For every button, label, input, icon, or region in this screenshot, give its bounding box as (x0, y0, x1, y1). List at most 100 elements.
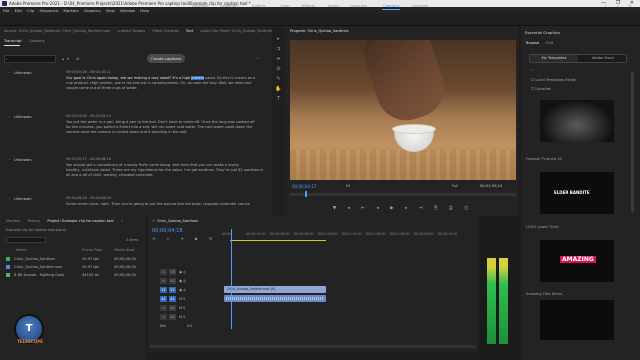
track-header-a2[interactable]: ▫ A2 M S (160, 304, 222, 312)
search-icon: ⌕ (6, 57, 8, 61)
home-icon[interactable]: ⌂ (176, 3, 182, 8)
project-item-row[interactable]: Chris_Quinoa_Sardine.mov 29.97 fps 00;00… (6, 264, 144, 271)
timeline-timecode[interactable]: 00;00;04;18 (152, 228, 183, 234)
track-header-a1[interactable]: A1 A1 M S (160, 295, 222, 303)
col-name[interactable]: Name (16, 247, 27, 254)
menu-markers[interactable]: Markers (64, 8, 79, 13)
timeline-ruler[interactable]: 00;00 00;00;15;00 00;00;30;00 00;00;45;0… (222, 232, 472, 238)
tab-sequence[interactable]: Chris_Quinoa_Sardines (157, 219, 198, 223)
tab-effect-controls[interactable]: Effect Controls (152, 29, 178, 33)
segment-menu-icon[interactable]: ⋯ (6, 196, 10, 201)
workspace-assembly[interactable]: Assembly (220, 3, 238, 8)
tab-browse[interactable]: Browse (526, 41, 539, 45)
template-thumbnail[interactable]: ELDER BANDITE (540, 172, 614, 214)
tab-program[interactable]: Program: Chris_Quinoa_Sardines (290, 29, 349, 33)
tab-source[interactable]: Source: Chris_Quinoa_Sardines: Chris_Qui… (4, 29, 110, 33)
adobe-stock-button[interactable]: Adobe Stock (580, 55, 626, 62)
segment-text[interactable]: Our goal is Chris again today, are we ma… (66, 76, 264, 91)
menu-file[interactable]: File (3, 8, 9, 13)
track-select-tool-icon[interactable]: ⇉ (275, 46, 282, 53)
audio-clip[interactable] (224, 295, 326, 302)
menu-view[interactable]: View (106, 8, 115, 13)
workspace-captions[interactable]: Captions (383, 3, 400, 8)
source-panel-tabs: Source: Chris_Quinoa_Sardines: Chris_Qui… (4, 28, 279, 35)
workspace-libraries[interactable]: Libraries (412, 3, 428, 8)
tab-transcript[interactable]: Transcript (4, 39, 22, 43)
selection-tool-icon[interactable]: ▸ (275, 36, 282, 43)
project-item-row[interactable]: 8 Bit Arcade - Fighting Gods 44100 Hz 00… (6, 272, 144, 279)
menu-help[interactable]: Help (140, 8, 149, 13)
hand-tool-icon[interactable]: ✋ (275, 86, 282, 93)
eg-scrollbar[interactable] (631, 72, 634, 212)
video-table-surface (290, 150, 516, 180)
menu-sequence[interactable]: Sequence (40, 8, 59, 13)
segment-text[interactable]: You put the water in a pan, bring a pan … (66, 120, 264, 135)
ripple-edit-tool-icon[interactable]: ⇹ (275, 56, 282, 63)
track-header-v3[interactable]: ▫ V3 ◉ ◎ (160, 268, 222, 276)
program-video-frame[interactable] (290, 40, 516, 180)
segment-text[interactable]: You should get a consistency of a lovely… (66, 163, 264, 178)
tab-text[interactable]: Text (186, 29, 193, 33)
label-color-swatch (6, 257, 10, 261)
video-clip[interactable]: Chris_Quinoa_Sardine.mov [V] (224, 286, 326, 293)
transcript-search-input[interactable]: ⌕ (4, 55, 56, 63)
program-scrub-bar[interactable] (290, 191, 516, 197)
program-timecode[interactable]: 00;00;04;17 (292, 184, 316, 189)
program-quality-select[interactable]: Full (452, 184, 458, 188)
segment-text[interactable]: Some lemon juice, right. Then you're goi… (66, 202, 264, 207)
tab-markers[interactable]: Markers (6, 219, 20, 223)
col-media-start[interactable]: Media Start (114, 247, 135, 254)
close-icon[interactable]: ✕ (152, 219, 155, 223)
tab-history[interactable]: History (27, 219, 40, 223)
my-templates-button[interactable]: My Templates (530, 55, 578, 62)
template-thumbnail[interactable] (540, 100, 614, 142)
template-thumbnail[interactable]: AMAZING (540, 240, 614, 282)
col-frame-rate[interactable]: Frame Rate (82, 247, 103, 254)
program-playhead[interactable] (305, 191, 307, 197)
tab-edit[interactable]: Edit (546, 41, 553, 45)
more-options-icon[interactable]: ⋯ (256, 56, 260, 61)
razor-tool-icon[interactable]: ⊘ (275, 66, 282, 73)
workspace-graphics[interactable]: Graphics (350, 3, 367, 8)
pen-tool-icon[interactable]: ✎ (275, 76, 282, 83)
type-tool-icon[interactable]: T (275, 96, 282, 103)
project-item-row[interactable]: Chris_Quinoa_Sardines 29.97 fps 00;00;00… (6, 256, 144, 263)
program-fit-select[interactable]: Fit (346, 184, 350, 188)
create-captions-button[interactable]: Create captions (147, 54, 185, 63)
template-thumbnail[interactable] (540, 300, 614, 340)
tab-lumetri-scopes[interactable]: Lumetri Scopes (117, 29, 145, 33)
track-header-v1[interactable]: V1 V1 ◉ ◎ (160, 286, 222, 294)
timeline-playhead[interactable] (231, 229, 232, 329)
local-templates-checkbox[interactable]: ☐ Local Templates Folder (531, 78, 576, 82)
program-transport-controls[interactable]: ▼ ◂ ⇤ ◂ ▶ ▸ ⇥ ⎘ ⎙ ◫ (290, 204, 516, 213)
timeline-scrollbar[interactable] (150, 345, 476, 348)
menu-graphics[interactable]: Graphics (84, 8, 101, 13)
label-color-swatch (6, 265, 10, 269)
track-header-v2[interactable]: ▫ V2 ◉ ◎ (160, 277, 222, 285)
workspace-learning[interactable]: Learning (192, 3, 208, 8)
segment-menu-icon[interactable]: ⋯ (6, 114, 10, 119)
workspace-color[interactable]: Color (280, 3, 290, 8)
libraries-checkbox[interactable]: ☐ Libraries (531, 87, 551, 91)
segment-menu-icon[interactable]: ⋯ (6, 70, 10, 75)
timeline-toolbar-icons[interactable]: ⟲ ⊂ ▾ ◆ ⚙ (152, 236, 217, 241)
project-search-input[interactable] (6, 237, 46, 243)
track-header-mix[interactable]: Mix 0.0 (160, 322, 222, 330)
track-header-a3[interactable]: ▫ A3 M S (160, 313, 222, 321)
eg-search-row[interactable]: ⌕ (531, 68, 533, 72)
work-area-bar[interactable] (230, 240, 326, 241)
menu-edit[interactable]: Edit (15, 8, 22, 13)
tab-overflow[interactable]: » (121, 219, 123, 223)
menu-window[interactable]: Window (120, 8, 135, 13)
menu-clip[interactable]: Clip (27, 8, 34, 13)
tab-audio-clip-mixer[interactable]: Audio Clip Mixer: Chris_Quinoa_Sardines (200, 29, 272, 33)
workspace-audio[interactable]: Audio (328, 3, 339, 8)
workspace-editing[interactable]: Editing (252, 3, 265, 8)
tab-project[interactable]: Project: Example clip for caption tool (47, 219, 113, 223)
workspace-effects[interactable]: Effects (302, 3, 315, 8)
search-nav-icons[interactable]: ▴▾ ⇄ (62, 56, 83, 61)
tab-captions[interactable]: Captions (29, 39, 45, 43)
segment-menu-icon[interactable]: ⋯ (6, 157, 10, 162)
workspace-header-icons[interactable]: ⇪ ⌕ ☰ (604, 3, 636, 8)
video-arm (356, 40, 452, 129)
